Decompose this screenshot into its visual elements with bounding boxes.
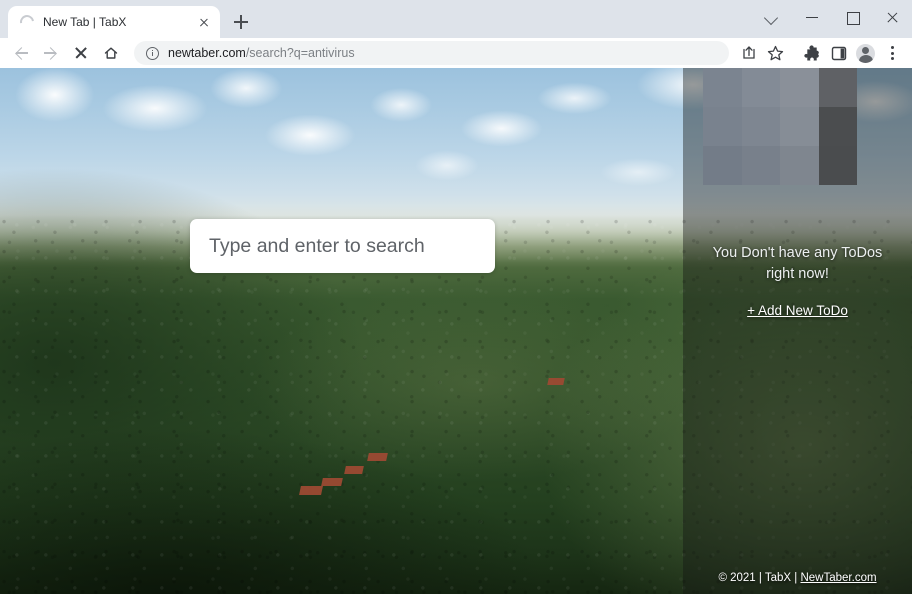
puzzle-piece-icon <box>804 45 819 61</box>
mosaic-tile <box>741 107 780 146</box>
footer-newtaber-link[interactable]: NewTaber.com <box>800 572 876 584</box>
todo-empty-message: You Don't have any ToDos right now! <box>712 245 883 283</box>
address-bar[interactable]: newtaber.com/search?q=antivirus <box>134 41 729 65</box>
sidebar-footer: © 2021 | TabX | NewTaber.com <box>683 572 912 584</box>
mosaic-tile <box>780 146 819 185</box>
house-roof <box>547 378 565 385</box>
mosaic-tile <box>741 68 780 107</box>
mosaic-tile <box>818 68 857 107</box>
new-tab-button[interactable] <box>227 8 255 36</box>
mosaic-tile <box>703 146 742 185</box>
tab-loading-spinner-icon <box>17 12 37 32</box>
browser-window: New Tab | TabX newtaber.com/search?q=ant… <box>0 0 912 594</box>
site-info-icon[interactable] <box>146 46 159 60</box>
mosaic-tile <box>741 146 780 185</box>
minimize-window-icon[interactable] <box>792 0 832 34</box>
search-input[interactable] <box>209 234 476 258</box>
url-path: /search?q=antivirus <box>245 46 355 60</box>
home-icon <box>104 47 118 59</box>
house-roof <box>344 466 364 474</box>
close-tab-icon[interactable] <box>194 12 214 32</box>
stop-loading-button[interactable] <box>66 40 96 66</box>
todo-panel: You Don't have any ToDos right now! + Ad… <box>683 243 912 320</box>
share-icon <box>743 46 755 59</box>
bookmark-button[interactable] <box>762 40 789 66</box>
add-new-todo-link[interactable]: + Add New ToDo <box>747 303 848 318</box>
home-button[interactable] <box>96 40 126 66</box>
close-window-icon[interactable] <box>872 0 912 34</box>
page-content: You Don't have any ToDos right now! + Ad… <box>0 68 912 594</box>
tab-search-chevron-down-icon[interactable] <box>752 0 792 34</box>
forward-button[interactable] <box>36 40 66 66</box>
toolbar-actions <box>735 40 906 66</box>
browser-tab[interactable]: New Tab | TabX <box>8 6 220 38</box>
right-sidebar: You Don't have any ToDos right now! + Ad… <box>683 68 912 594</box>
side-panel-icon <box>831 46 847 61</box>
profile-button[interactable] <box>852 40 879 66</box>
star-icon <box>767 45 784 61</box>
avatar <box>856 43 875 63</box>
browser-toolbar: newtaber.com/search?q=antivirus <box>0 38 912 68</box>
mosaic-tile <box>780 107 819 146</box>
house-roof <box>321 478 343 486</box>
mosaic-tile <box>703 107 742 146</box>
extensions-button[interactable] <box>798 40 825 66</box>
mosaic-tile <box>818 146 857 185</box>
footer-copyright: © 2021 | TabX | <box>718 572 798 584</box>
house-roof <box>299 486 323 495</box>
back-button[interactable] <box>6 40 36 66</box>
mosaic-tile <box>818 107 857 146</box>
window-controls <box>752 0 912 34</box>
maximize-window-icon[interactable] <box>832 0 872 34</box>
share-button[interactable] <box>735 40 762 66</box>
three-dots-menu-icon <box>891 46 894 63</box>
house-roof <box>367 453 388 461</box>
url-domain: newtaber.com <box>168 46 246 60</box>
mosaic-tile <box>703 68 742 107</box>
search-box[interactable] <box>190 219 495 273</box>
address-bar-url: newtaber.com/search?q=antivirus <box>168 46 355 60</box>
tab-strip: New Tab | TabX <box>0 0 912 38</box>
side-panel-button[interactable] <box>825 40 852 66</box>
mosaic-tile <box>780 68 819 107</box>
redacted-widget-mosaic <box>703 68 857 185</box>
browser-menu-button[interactable] <box>879 40 906 66</box>
tab-title: New Tab | TabX <box>43 15 127 29</box>
